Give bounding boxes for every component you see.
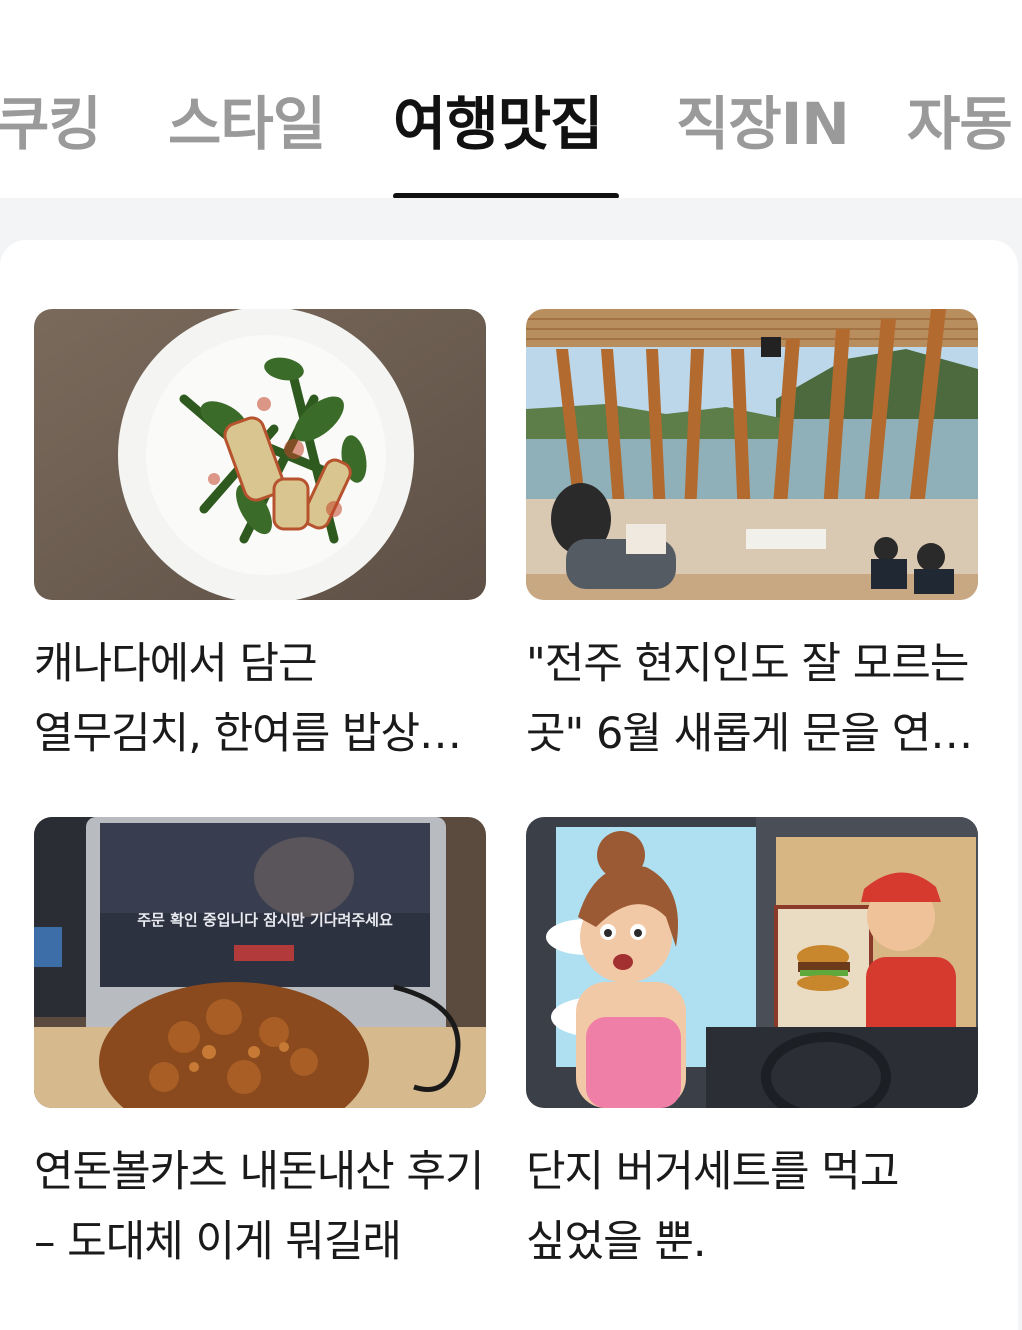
- tab-cooking[interactable]: 쿠킹: [0, 88, 102, 160]
- drive-thru-cartoon-image[interactable]: [526, 817, 978, 1108]
- tab-workplace[interactable]: 직장IN: [676, 88, 850, 160]
- active-tab-indicator: [393, 193, 619, 198]
- tab-travel-food[interactable]: 여행맛집: [393, 88, 603, 160]
- article-title[interactable]: "전주 현지인도 잘 모르는 곳" 6월 새롭게 문을 연 공간: [526, 629, 978, 769]
- article-title[interactable]: 단지 버거세트를 먹고 싶었을 뿐.: [526, 1137, 978, 1277]
- article-title[interactable]: 연돈볼카츠 내돈내산 후기 – 도대체 이게 뭐길래: [34, 1137, 486, 1277]
- article-grid-panel: 캐나다에서 담근 열무김치, 한여름 밥상이 달라졌다: [0, 240, 1018, 1330]
- kimchi-plate-image[interactable]: [34, 309, 486, 600]
- riverside-cafe-image[interactable]: [526, 309, 978, 600]
- category-tab-bar: 쿠킹 스타일 여행맛집 직장IN 자동: [0, 0, 1022, 198]
- kiosk-screen-message: 주문 확인 중입니다 잠시만 기다려주세요: [137, 911, 393, 929]
- tab-style[interactable]: 스타일: [168, 88, 326, 160]
- article-title[interactable]: 캐나다에서 담근 열무김치, 한여름 밥상이 달라졌다: [34, 629, 486, 769]
- croquette-kiosk-image[interactable]: 주문 확인 중입니다 잠시만 기다려주세요: [34, 817, 486, 1108]
- tab-auto[interactable]: 자동: [907, 88, 1013, 160]
